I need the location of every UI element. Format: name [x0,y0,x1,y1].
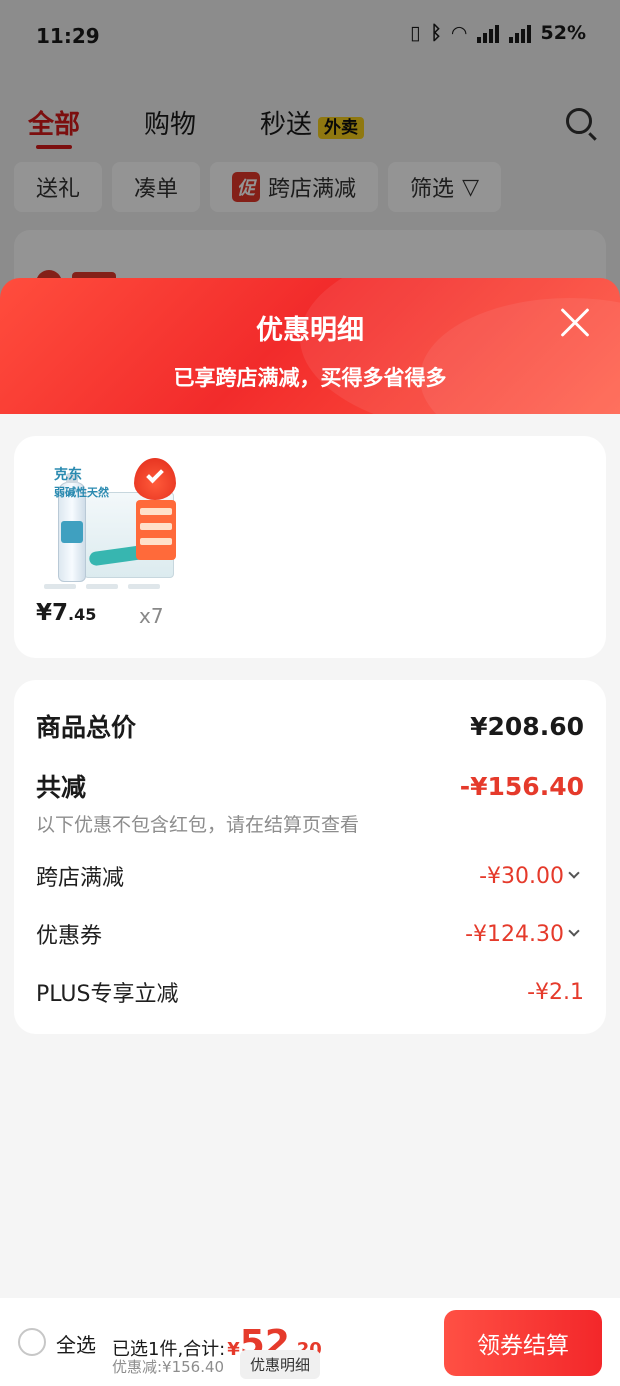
detail-row-cross-store[interactable]: 跨店满减 -¥30.00 [36,860,584,892]
product-price: ¥7.45 [36,600,96,626]
feature-strip [44,584,160,589]
detail-value: -¥2.1 [527,979,584,1005]
sheet-subtitle: 已享跨店满减，买得多省得多 [173,366,447,390]
chevron-down-icon [568,867,580,879]
product-image-brand: 克东 [54,467,82,483]
checkout-button[interactable]: 领券结算 [444,1310,602,1376]
detail-value: -¥124.30 [465,921,564,947]
total-label: 商品总价 [36,713,137,742]
product-price-dec: .45 [68,605,97,624]
discount-summary: 优惠减:¥156.40 [112,1358,225,1376]
discount-total-label: 共减 [36,773,87,802]
product-quantity: x7 [139,604,164,628]
detail-label: PLUS专享立减 [36,982,179,1007]
detail-label: 跨店满减 [36,866,125,891]
sheet-title: 优惠明细 [256,315,364,346]
discount-note: 以下优惠不包含红包，请在结算页查看 [36,814,360,836]
summary-card: 商品总价 ¥208.60 共减 -¥156.40 以下优惠不包含红包，请在结算页… [14,680,606,1034]
promo-tag [136,500,176,560]
checkout-bar: 全选 已选1件,合计: ¥ 52 .20 优惠减:¥156.40 优惠明细 领券… [0,1298,620,1386]
product-price-int: 7 [52,600,69,626]
check-badge-icon [134,458,176,500]
total-value: ¥208.60 [470,711,584,741]
product-image-subtitle: 弱碱性天然 [54,486,109,499]
total-row: 商品总价 ¥208.60 [36,708,584,744]
detail-value: -¥30.00 [479,863,564,889]
select-all-checkbox[interactable] [18,1328,46,1356]
close-icon[interactable] [560,308,590,338]
product-image[interactable]: 克东 弱碱性天然 [36,458,176,598]
detail-label: 优惠券 [36,924,103,949]
chevron-down-icon [568,925,580,937]
discount-total-row: 共减 -¥156.40 [36,768,584,804]
product-price-yen: ¥ [36,600,53,626]
detail-row-coupon[interactable]: 优惠券 -¥124.30 [36,918,584,950]
discount-detail-link[interactable]: 优惠明细 [240,1350,321,1379]
discount-total-value: -¥156.40 [459,771,584,801]
total-yen: ¥ [227,1339,240,1360]
sheet-header: 优惠明细 已享跨店满减，买得多省得多 [0,278,620,418]
product-card: 克东 弱碱性天然 [14,436,606,658]
detail-row-plus: PLUS专享立减 -¥2.1 [36,976,584,1008]
select-all-label[interactable]: 全选 [56,1329,96,1358]
